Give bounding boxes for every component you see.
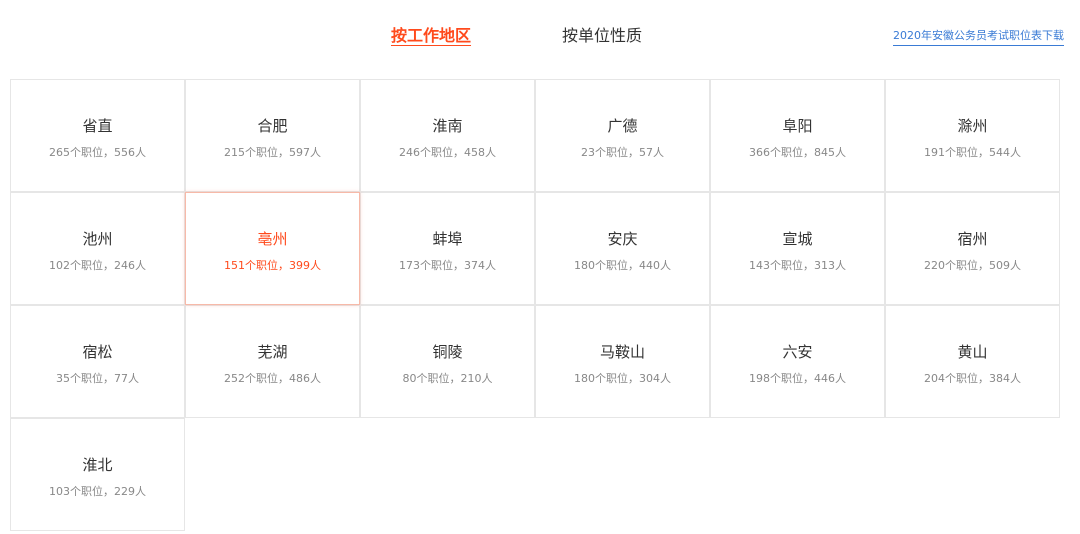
region-name: 铜陵	[432, 343, 463, 361]
region-name: 宣城	[782, 230, 813, 248]
tab-by-unit[interactable]: 按单位性质	[562, 24, 642, 48]
region-cell[interactable]: 铜陵 80个职位，210人	[360, 305, 535, 418]
region-name: 芜湖	[257, 343, 288, 361]
region-name: 亳州	[257, 230, 288, 248]
region-stats: 204个职位，384人	[924, 372, 1021, 385]
region-name: 合肥	[257, 117, 288, 135]
region-name: 省直	[82, 117, 113, 135]
region-cell[interactable]: 淮北 103个职位，229人	[10, 418, 185, 531]
region-stats: 198个职位，446人	[749, 372, 846, 385]
region-stats: 151个职位，399人	[224, 259, 321, 272]
region-cell[interactable]: 马鞍山 180个职位，304人	[535, 305, 710, 418]
region-name: 黄山	[957, 343, 988, 361]
region-cell[interactable]: 合肥 215个职位，597人	[185, 79, 360, 192]
region-stats: 80个职位，210人	[402, 372, 493, 385]
region-cell[interactable]: 亳州 151个职位，399人	[185, 192, 360, 305]
region-cell[interactable]: 宿州 220个职位，509人	[885, 192, 1060, 305]
region-name: 宿州	[957, 230, 988, 248]
region-stats: 23个职位，57人	[581, 146, 664, 159]
region-name: 滁州	[957, 117, 988, 135]
region-stats: 173个职位，374人	[399, 259, 496, 272]
region-cell[interactable]: 池州 102个职位，246人	[10, 192, 185, 305]
region-cell[interactable]: 宣城 143个职位，313人	[710, 192, 885, 305]
region-cell[interactable]: 淮南 246个职位，458人	[360, 79, 535, 192]
region-name: 六安	[782, 343, 813, 361]
region-name: 广德	[607, 117, 638, 135]
region-stats: 191个职位，544人	[924, 146, 1021, 159]
region-stats: 246个职位，458人	[399, 146, 496, 159]
region-stats: 265个职位，556人	[49, 146, 146, 159]
region-name: 马鞍山	[599, 343, 645, 361]
region-cell[interactable]: 黄山 204个职位，384人	[885, 305, 1060, 418]
region-cell[interactable]: 滁州 191个职位，544人	[885, 79, 1060, 192]
region-stats: 252个职位，486人	[224, 372, 321, 385]
region-cell[interactable]: 广德 23个职位，57人	[535, 79, 710, 192]
region-cell[interactable]: 宿松 35个职位，77人	[10, 305, 185, 418]
region-name: 淮北	[82, 456, 113, 474]
region-name: 安庆	[607, 230, 638, 248]
region-cell[interactable]: 阜阳 366个职位，845人	[710, 79, 885, 192]
region-name: 淮南	[432, 117, 463, 135]
region-stats: 215个职位，597人	[224, 146, 321, 159]
region-stats: 102个职位，246人	[49, 259, 146, 272]
region-name: 阜阳	[782, 117, 813, 135]
region-stats: 180个职位，304人	[574, 372, 671, 385]
region-stats: 180个职位，440人	[574, 259, 671, 272]
download-position-table-link[interactable]: 2020年安徽公务员考试职位表下载	[893, 28, 1064, 46]
region-stats: 143个职位，313人	[749, 259, 846, 272]
tab-by-region[interactable]: 按工作地区	[391, 24, 471, 48]
region-name: 池州	[82, 230, 113, 248]
region-stats: 103个职位，229人	[49, 485, 146, 498]
region-cell[interactable]: 安庆 180个职位，440人	[535, 192, 710, 305]
region-stats: 366个职位，845人	[749, 146, 846, 159]
region-stats: 35个职位，77人	[56, 372, 139, 385]
region-cell[interactable]: 蚌埠 173个职位，374人	[360, 192, 535, 305]
region-name: 蚌埠	[432, 230, 463, 248]
region-cell[interactable]: 芜湖 252个职位，486人	[185, 305, 360, 418]
region-cell[interactable]: 六安 198个职位，446人	[710, 305, 885, 418]
region-cell[interactable]: 省直 265个职位，556人	[10, 79, 185, 192]
region-stats: 220个职位，509人	[924, 259, 1021, 272]
region-name: 宿松	[82, 343, 113, 361]
